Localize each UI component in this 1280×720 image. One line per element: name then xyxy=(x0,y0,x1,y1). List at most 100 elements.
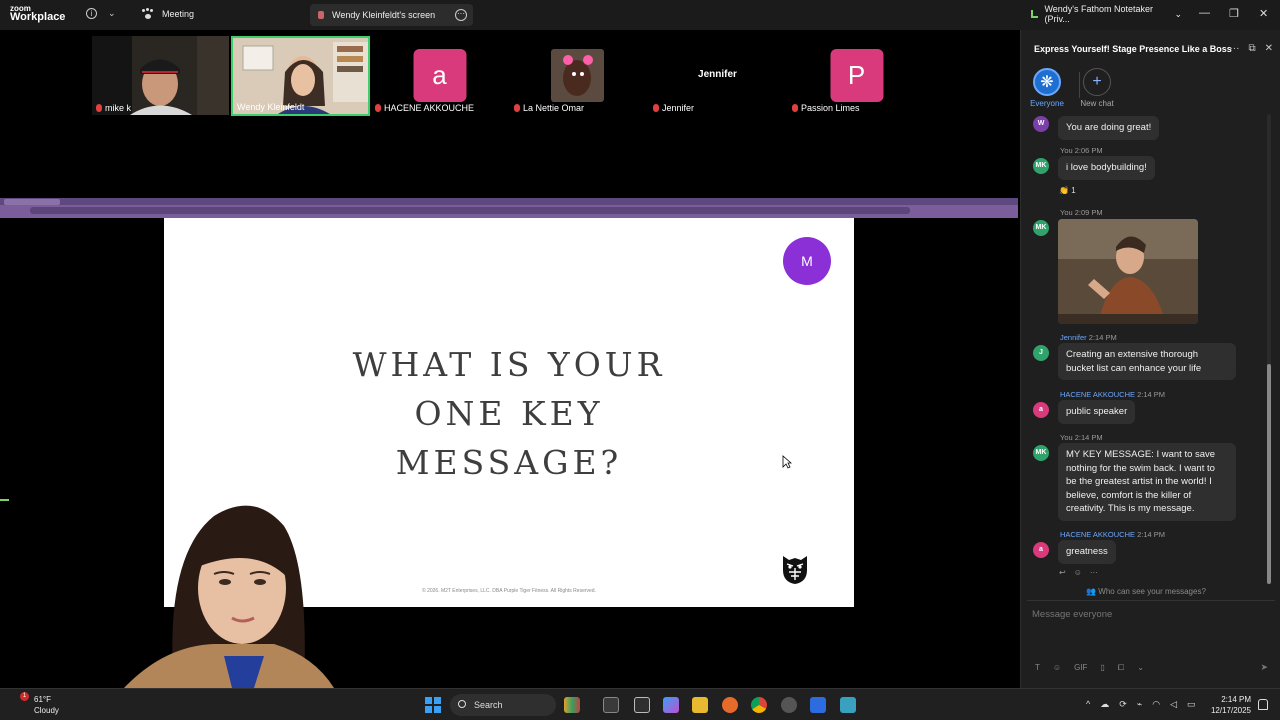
participant-tile[interactable]: a HACENE AKKOUCHE xyxy=(371,36,508,115)
participant-avatar: P xyxy=(830,49,883,102)
sender-name: HACENE AKKOUCHE xyxy=(1060,390,1136,399)
minimize-button[interactable]: — xyxy=(1199,7,1210,19)
chat-tabs: ❋ Everyone + New chat xyxy=(1029,68,1115,114)
zoom-icon[interactable] xyxy=(810,697,826,713)
taskbar-search[interactable]: Search xyxy=(450,694,556,716)
chevron-down-icon[interactable]: ⌄ xyxy=(1137,663,1144,673)
volume-icon[interactable]: ◁ xyxy=(1170,699,1177,710)
tab-everyone[interactable]: ❋ Everyone xyxy=(1029,68,1065,114)
emoji-reaction[interactable]: 👏 1 xyxy=(1059,186,1076,195)
chrome-icon[interactable] xyxy=(751,697,767,713)
chevron-up-icon[interactable]: ^ xyxy=(1086,699,1090,710)
message-time: 2:14 PM xyxy=(1137,390,1166,399)
chat-message-list[interactable]: W You are doing great! You 2:06 PM MK i … xyxy=(1021,116,1280,586)
task-view-icon[interactable] xyxy=(603,697,619,713)
chat-scrollbar[interactable] xyxy=(1267,114,1271,584)
message-meta: Jennifer 2:14 PM xyxy=(1060,333,1117,342)
meeting-label: Meeting xyxy=(162,9,195,19)
privacy-link[interactable]: 👥 Who can see your messages? xyxy=(1021,587,1271,596)
screenshot-icon[interactable]: ⧠ xyxy=(1118,663,1124,673)
reply-icon[interactable]: ↩ xyxy=(1059,568,1066,577)
gif-image-content xyxy=(1058,219,1198,324)
widgets-icon[interactable] xyxy=(564,697,580,713)
slide-presenter-avatar: M xyxy=(783,237,831,285)
firefox-icon[interactable] xyxy=(722,697,738,713)
wifi-icon[interactable]: ◠ xyxy=(1152,699,1160,710)
app-icon[interactable] xyxy=(840,697,856,713)
tiger-logo-icon xyxy=(783,556,807,584)
message-input[interactable] xyxy=(1032,609,1262,620)
emoji-icon[interactable]: ☺ xyxy=(1074,568,1082,577)
gif-image[interactable] xyxy=(1058,219,1198,324)
more-options-icon[interactable]: ··· xyxy=(455,9,467,21)
participant-tile[interactable]: La Nettie Omar xyxy=(510,36,647,115)
participant-name-text: Jennifer xyxy=(662,103,695,113)
weather-temp: 61°F xyxy=(34,695,51,704)
copilot-icon[interactable] xyxy=(663,697,679,713)
gif-button[interactable]: GIF xyxy=(1074,663,1087,673)
meeting-info-icon[interactable]: i xyxy=(86,8,97,19)
file-explorer-icon[interactable] xyxy=(692,697,708,713)
participant-tile[interactable]: Jennifer Jennifer xyxy=(649,36,786,115)
zoom-workplace-logo: zoom Workplace xyxy=(10,4,66,23)
participant-tile[interactable]: mike k xyxy=(92,36,229,115)
sync-icon[interactable]: ⟳ xyxy=(1119,699,1127,710)
self-view-video[interactable] xyxy=(104,496,360,688)
slide-title-line: MESSAGE? xyxy=(395,443,623,482)
shared-screen-tab[interactable]: Wendy Kleinfeldt's screen ··· xyxy=(310,4,473,26)
participant-name: La Nettie Omar xyxy=(514,103,584,113)
sender-name: You xyxy=(1060,208,1073,217)
scrollbar-thumb[interactable] xyxy=(1267,364,1271,584)
tab-new-chat[interactable]: + New chat xyxy=(1079,68,1115,114)
meeting-button[interactable]: Meeting xyxy=(142,8,195,19)
message-meta: You 2:06 PM xyxy=(1060,146,1103,155)
sender-avatar: W xyxy=(1033,116,1049,132)
message-meta: HACENE AKKOUCHE 2:14 PM xyxy=(1060,530,1165,539)
message-bubble: i love bodybuilding! xyxy=(1058,156,1155,180)
logo-line2: Workplace xyxy=(10,11,66,23)
sender-name: Jennifer xyxy=(1060,333,1087,342)
chevron-down-icon[interactable]: ⌄ xyxy=(108,8,116,19)
cloud-icon[interactable]: ☁ xyxy=(1100,699,1109,710)
self-view-image xyxy=(124,505,334,688)
sender-avatar: MK xyxy=(1033,158,1049,174)
fathom-notetaker-indicator[interactable]: Wendy's Fathom Notetaker (Priv... ⌄ xyxy=(1027,4,1182,24)
battery-icon[interactable]: ▭ xyxy=(1187,699,1196,710)
close-button[interactable]: ✕ xyxy=(1259,7,1268,20)
participant-tile[interactable]: P Passion Limes xyxy=(788,36,925,115)
restore-button[interactable]: ❐ xyxy=(1229,7,1239,20)
clock-time: 2:14 PM xyxy=(1221,695,1251,704)
file-icon[interactable]: ▯ xyxy=(1100,663,1104,673)
chat-title: Express Yourself! Stage Presence Like a … xyxy=(1034,44,1232,54)
divider xyxy=(1027,600,1275,601)
text-format-icon[interactable]: T xyxy=(1035,663,1040,673)
notification-bell-icon[interactable] xyxy=(1258,699,1268,710)
close-icon[interactable]: ✕ xyxy=(1265,43,1273,54)
mic-muted-icon xyxy=(653,104,659,112)
message-time: 2:14 PM xyxy=(1137,530,1166,539)
chat-header: Express Yourself! Stage Presence Like a … xyxy=(1021,30,1280,66)
participant-name: HACENE AKKOUCHE xyxy=(375,103,474,113)
privacy-text: Who can see your messages? xyxy=(1098,587,1206,596)
more-options-icon[interactable]: ··· xyxy=(1090,568,1098,577)
more-options-icon[interactable]: ··· xyxy=(1229,43,1239,54)
taskbar-clock[interactable]: 2:14 PM 12/17/2025 xyxy=(1205,694,1251,716)
network-icon[interactable]: ⌁ xyxy=(1137,699,1142,710)
app-icon[interactable] xyxy=(781,697,797,713)
browser-address-bar xyxy=(30,207,910,214)
emoji-icon[interactable]: ☺ xyxy=(1053,663,1061,673)
search-label: Search xyxy=(474,700,503,710)
sender-name: You xyxy=(1060,146,1073,155)
notepad-icon[interactable] xyxy=(634,697,650,713)
mic-muted-icon xyxy=(514,104,520,112)
participant-name-text: mike k xyxy=(105,103,132,113)
windows-start-icon[interactable] xyxy=(425,697,441,713)
message-meta: You 2:14 PM xyxy=(1060,433,1103,442)
shared-screen-label: Wendy Kleinfeldt's screen xyxy=(332,10,436,20)
pop-out-icon[interactable]: ⧉ xyxy=(1248,43,1255,54)
participant-name-text: Passion Limes xyxy=(801,103,860,113)
notification-badge: 1 xyxy=(20,692,29,701)
message-bubble: public speaker xyxy=(1058,400,1136,424)
participant-tile-active-speaker[interactable]: Wendy Kleinfeldt xyxy=(231,36,370,116)
send-icon[interactable]: ➤ xyxy=(1260,662,1268,673)
